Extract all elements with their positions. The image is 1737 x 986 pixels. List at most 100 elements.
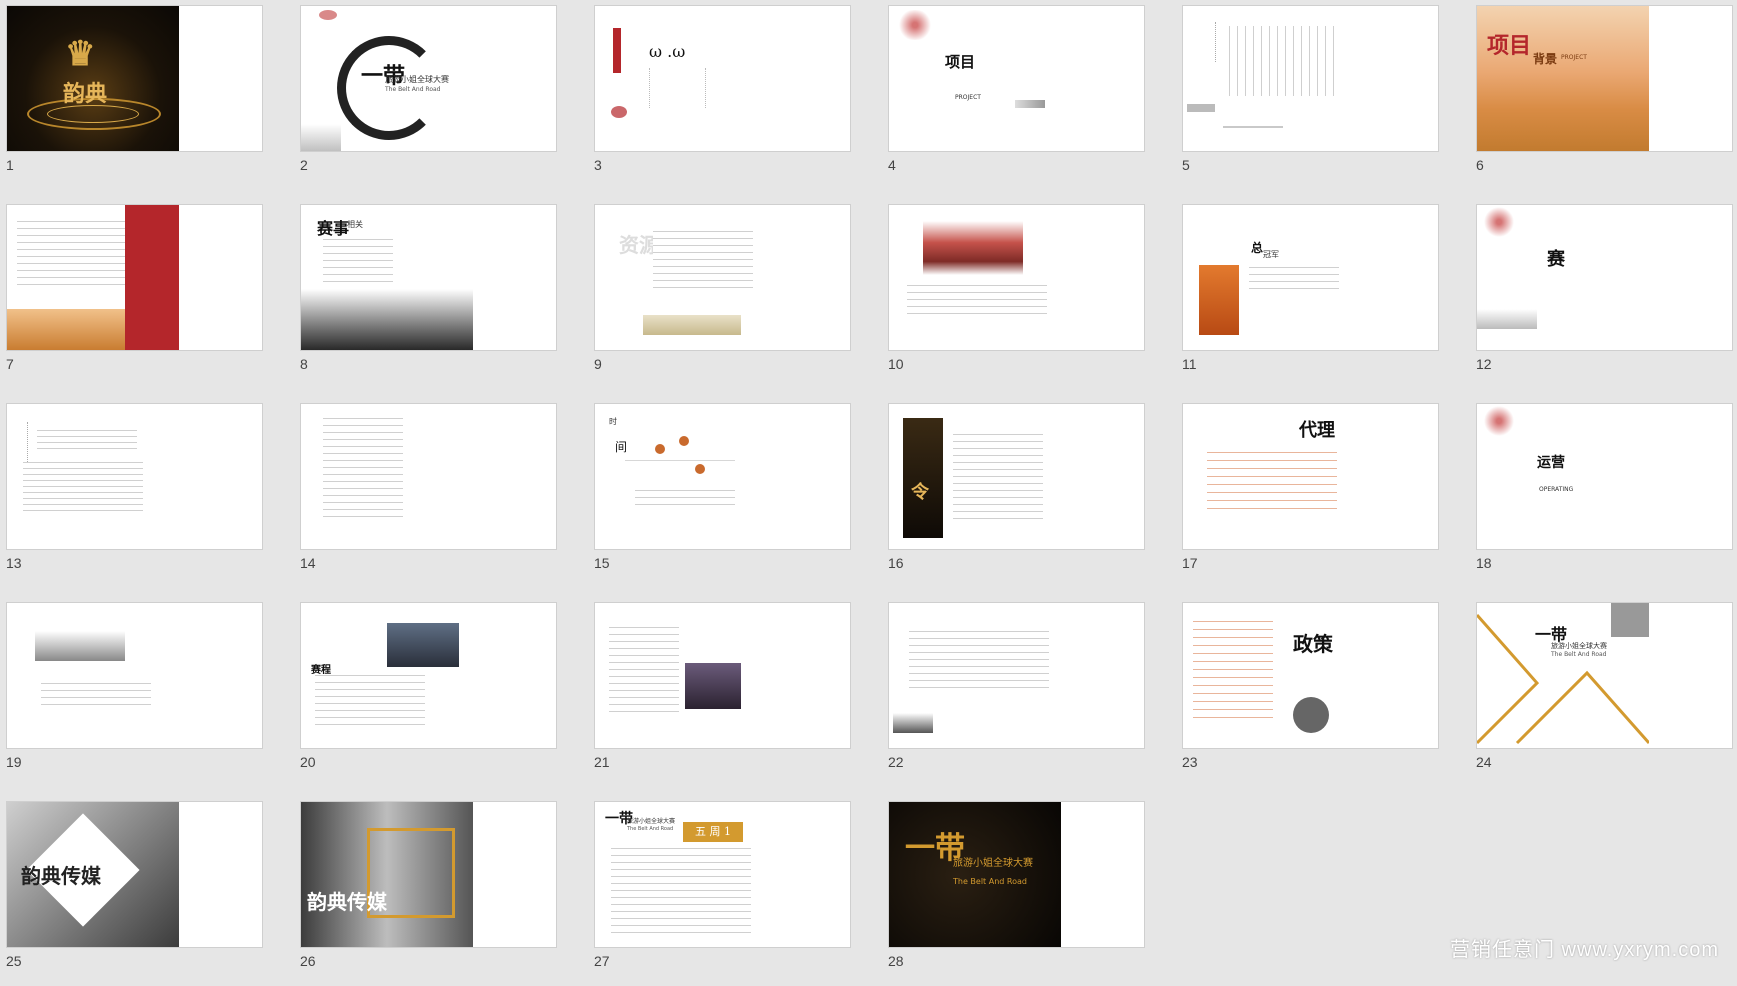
slide-6-title: 项目	[1487, 33, 1532, 59]
slide-thumb-1[interactable]: ♛ 韵典 1	[0, 0, 263, 190]
slide-20-canvas[interactable]: 赛程	[300, 602, 557, 749]
slide-thumb-15[interactable]: 时 间 15	[588, 398, 851, 588]
slide-22-canvas[interactable]	[888, 602, 1145, 749]
camel-caravan-image	[643, 315, 741, 335]
paragraph-text	[653, 231, 753, 291]
slide-number: 21	[594, 754, 610, 770]
timeline-line	[625, 460, 735, 461]
slide-thumb-7[interactable]: 7	[0, 199, 263, 389]
paragraph-text	[315, 675, 425, 725]
slide-2-subtitle: The Belt And Road	[385, 86, 441, 93]
slide-12-canvas[interactable]: 赛	[1476, 204, 1733, 351]
slide-number: 10	[888, 356, 904, 372]
slide-thumb-16[interactable]: 令 16	[882, 398, 1145, 588]
slide-11-word: 冠军	[1263, 250, 1279, 259]
slide-3-canvas[interactable]: ω .ω	[594, 5, 851, 152]
heading-mark	[17, 422, 28, 462]
slide-thumb-8[interactable]: 赛事 相关 8	[294, 199, 557, 389]
slide-thumb-23[interactable]: 政策 23	[1176, 597, 1439, 787]
plum-blossom	[1479, 406, 1519, 436]
slide-7-canvas[interactable]	[6, 204, 263, 351]
slide-thumb-26[interactable]: 韵典传媒 26	[294, 796, 557, 986]
slide-6-canvas[interactable]: 项目 背景 PROJECT	[1476, 5, 1733, 152]
paragraph-text	[17, 221, 127, 291]
slide-4-title: 项目	[945, 53, 976, 71]
crown-logo-icon: ♛	[65, 34, 96, 74]
slide-thumb-11[interactable]: 总 冠军 11	[1176, 199, 1439, 389]
slide-number: 23	[1182, 754, 1198, 770]
slide-2-title: 旅游小姐全球大赛	[385, 75, 449, 84]
slide-thumb-24[interactable]: 一带 旅游小姐全球大赛 The Belt And Road 24	[1470, 597, 1733, 787]
slide-5-canvas[interactable]	[1182, 5, 1439, 152]
slide-2-canvas[interactable]: 一带 旅游小姐全球大赛 The Belt And Road	[300, 5, 557, 152]
slide-thumb-19[interactable]: 19	[0, 597, 263, 787]
slide-thumb-14[interactable]: 14	[294, 398, 557, 588]
slide-thumb-12[interactable]: 赛 12	[1470, 199, 1733, 389]
slide-27-canvas[interactable]: 一带 旅游小姐全球大赛 The Belt And Road 五 周 1	[594, 801, 851, 948]
slide-number: 18	[1476, 555, 1492, 571]
slide-15-canvas[interactable]: 时 间	[594, 403, 851, 550]
slide-thumb-28[interactable]: 一带 旅游小姐全球大赛 The Belt And Road 28	[882, 796, 1145, 986]
slide-18-title: 运营	[1537, 455, 1565, 471]
champion-banner	[1199, 265, 1239, 335]
slide-10-canvas[interactable]	[888, 204, 1145, 351]
slide-number: 14	[300, 555, 316, 571]
slide-thumb-10[interactable]: 10	[882, 199, 1145, 389]
toc-text	[705, 68, 766, 108]
slide-thumb-13[interactable]: 13	[0, 398, 263, 588]
slide-thumb-22[interactable]: 22	[882, 597, 1145, 787]
slide-thumb-6[interactable]: 项目 背景 PROJECT 6	[1470, 0, 1733, 190]
slide-11-canvas[interactable]: 总 冠军	[1182, 204, 1439, 351]
slide-thumb-3[interactable]: ω .ω 3	[588, 0, 851, 190]
slide-17-canvas[interactable]: 代理	[1182, 403, 1439, 550]
slide-17-title: 代理	[1299, 420, 1335, 441]
paragraph-text	[611, 848, 751, 938]
paragraph-text	[1207, 452, 1337, 512]
slide-thumb-5[interactable]: 5	[1176, 0, 1439, 190]
slide-25-canvas[interactable]: 韵典传媒	[6, 801, 263, 948]
ink-orchid	[35, 631, 125, 661]
slide-thumb-18[interactable]: 运营 OPERATING 18	[1470, 398, 1733, 588]
slide-26-canvas[interactable]: 韵典传媒	[300, 801, 557, 948]
slide-18-subtitle: OPERATING	[1539, 486, 1574, 493]
slide-24-canvas[interactable]: 一带 旅游小姐全球大赛 The Belt And Road	[1476, 602, 1733, 749]
slide-thumb-17[interactable]: 代理 17	[1176, 398, 1439, 588]
slide-number: 12	[1476, 356, 1492, 372]
slide-thumb-25[interactable]: 韵典传媒 25	[0, 796, 263, 986]
slide-thumb-4[interactable]: 项目 PROJECT 4	[882, 0, 1145, 190]
slide-number: 9	[594, 356, 602, 372]
slide-23-canvas[interactable]: 政策	[1182, 602, 1439, 749]
slide-number: 26	[300, 953, 316, 969]
watermark: 营销任意门 www.yxrym.com	[1450, 939, 1719, 961]
slide-number: 25	[6, 953, 22, 969]
slide-18-canvas[interactable]: 运营 OPERATING	[1476, 403, 1733, 550]
slide-number: 17	[1182, 555, 1198, 571]
jade-disc-icon	[1293, 697, 1329, 733]
desert-image	[7, 309, 127, 350]
slide-thumb-21[interactable]: 21	[588, 597, 851, 787]
paragraph-text	[635, 490, 735, 510]
slide-number: 8	[300, 356, 308, 372]
slide-8-canvas[interactable]: 赛事 相关	[300, 204, 557, 351]
slide-14-canvas[interactable]	[300, 403, 557, 550]
slide-8-word: 相关	[347, 220, 363, 229]
slide-number: 16	[888, 555, 904, 571]
slide-15-title: 时	[609, 417, 617, 426]
slide-thumb-27[interactable]: 一带 旅游小姐全球大赛 The Belt And Road 五 周 1 27	[588, 796, 851, 986]
slide-thumb-2[interactable]: 一带 旅游小姐全球大赛 The Belt And Road 2	[294, 0, 557, 190]
slide-21-canvas[interactable]	[594, 602, 851, 749]
bonsai-icon	[611, 106, 627, 118]
slide-13-canvas[interactable]	[6, 403, 263, 550]
slide-19-canvas[interactable]	[6, 602, 263, 749]
slide-1-canvas[interactable]: ♛ 韵典	[6, 5, 263, 152]
slide-4-canvas[interactable]: 项目 PROJECT	[888, 5, 1145, 152]
dark-background	[889, 802, 1061, 947]
ink-feather	[893, 713, 933, 733]
slide-9-canvas[interactable]: 资源	[594, 204, 851, 351]
paragraph-text	[609, 627, 679, 717]
slide-thumb-20[interactable]: 赛程 20	[294, 597, 557, 787]
paragraph-text	[1249, 267, 1339, 291]
slide-28-canvas[interactable]: 一带 旅游小姐全球大赛 The Belt And Road	[888, 801, 1145, 948]
slide-16-canvas[interactable]: 令	[888, 403, 1145, 550]
slide-thumb-9[interactable]: 资源 9	[588, 199, 851, 389]
